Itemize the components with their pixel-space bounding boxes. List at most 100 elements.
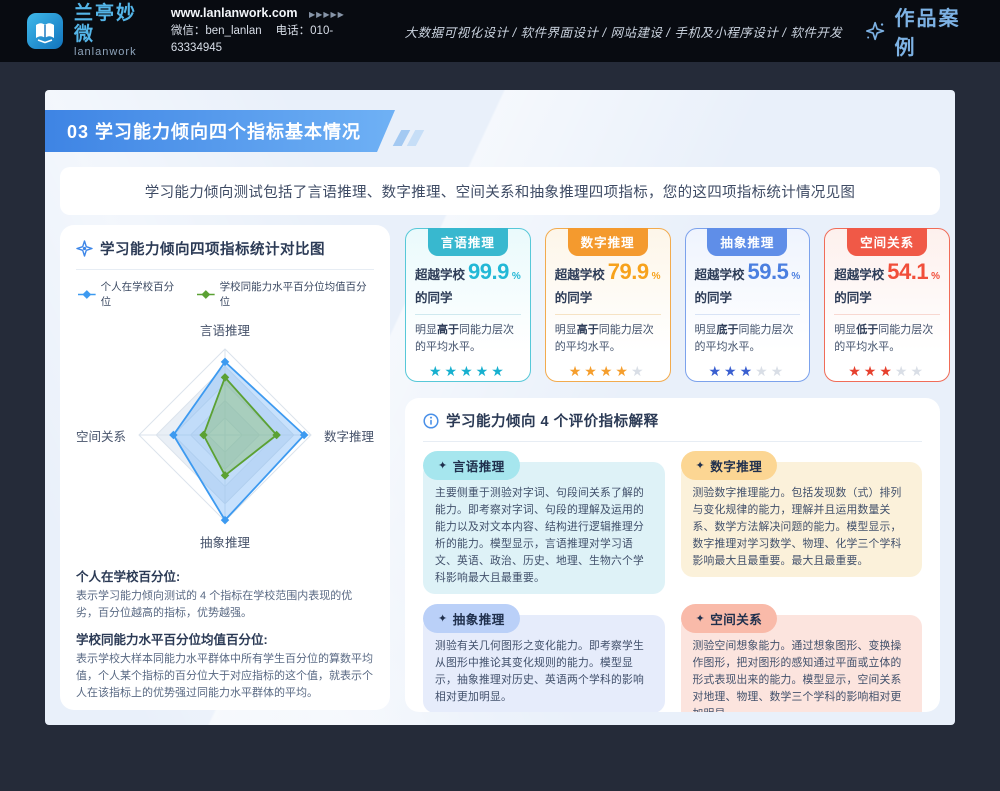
metric-card-verbal: 言语推理 超越学校 99.9 % 的同学 明显高于同能力层次的平均水平。 ★★★… — [405, 228, 531, 382]
legend-item-school: 学校同能力水平百分位均值百分位 — [197, 279, 374, 309]
brand-logo[interactable]: 兰亭妙微 lanlanwork — [26, 4, 149, 58]
explanation-grid: ✦言语推理 主要侧重于测验对字词、句段间关系了解的能力。即考察对字词、句段的理解… — [423, 451, 922, 712]
star-icon: ★ — [740, 363, 756, 379]
banner-decoration — [397, 130, 420, 146]
metric-badge: 言语推理 — [428, 228, 508, 256]
brand-name-cn: 兰亭妙微 — [74, 4, 149, 46]
note-heading: 学校同能力水平百分位均值百分位: — [76, 629, 374, 648]
radar-legend: 个人在学校百分位 学校同能力水平百分位均值百分位 — [78, 279, 374, 309]
radar-chart: 言语推理 数字推理 抽象推理 空间关系 — [76, 311, 374, 559]
contact-block: www.lanlanwork.com ▶▶▶▶▶ 微信：ben_lanlan电话… — [171, 4, 383, 57]
arrows-decoration: ▶▶▶▶▶ — [309, 10, 345, 19]
star-icon: ★ — [584, 363, 600, 379]
page-background: 03 学习能力倾向四个指标基本情况 学习能力倾向测试包括了言语推理、数字推理、空… — [0, 62, 1000, 791]
axis-label-top: 言语推理 — [200, 324, 251, 338]
spark-icon: ✦ — [438, 459, 448, 472]
metric-value-line: 超越学校 99.9 % — [415, 259, 521, 285]
metric-card-numeric: 数字推理 超越学校 79.9 % 的同学 明显高于同能力层次的平均水平。 ★★★… — [545, 228, 671, 382]
divider — [415, 314, 521, 315]
intro-bar: 学习能力倾向测试包括了言语推理、数字推理、空间关系和抽象推理四项指标，您的这四项… — [60, 167, 940, 215]
explain-item-verbal: ✦言语推理 主要侧重于测验对字词、句段间关系了解的能力。即考察对字词、句段的理解… — [423, 451, 665, 594]
explanation-header: 学习能力倾向 4 个评价指标解释 — [423, 410, 922, 431]
radar-card-title: 学习能力倾向四项指标统计对比图 — [100, 238, 325, 259]
spark-icon: ✦ — [696, 612, 706, 625]
metric-card-spatial: 空间关系 超越学校 54.1 % 的同学 明显低于同能力层次的平均水平。 ★★★… — [824, 228, 950, 382]
star-icon: ★ — [569, 363, 585, 379]
metric-description: 明显高于同能力层次的平均水平。 — [555, 322, 661, 356]
divider — [423, 441, 922, 442]
legend-label: 个人在学校百分位 — [101, 279, 183, 309]
portfolio-button[interactable]: 作品案例 — [864, 2, 976, 60]
report-panel: 03 学习能力倾向四个指标基本情况 学习能力倾向测试包括了言语推理、数字推理、空… — [45, 90, 955, 725]
star-icon: ★ — [460, 363, 476, 379]
metric-value: 99.9 — [468, 259, 509, 285]
metric-description: 明显高于同能力层次的平均水平。 — [415, 322, 521, 356]
metric-suffix: 的同学 — [555, 287, 661, 306]
divider — [695, 314, 801, 315]
explain-tag: ✦空间关系 — [681, 604, 778, 633]
metric-badge: 空间关系 — [847, 228, 927, 256]
legend-marker-blue — [78, 290, 96, 299]
star-icon: ★ — [864, 363, 880, 379]
metric-prefix: 超越学校 — [695, 264, 745, 283]
explain-tag: ✦抽象推理 — [423, 604, 520, 633]
star-icon: ★ — [600, 363, 616, 379]
legend-marker-green — [197, 290, 215, 299]
metric-prefix: 超越学校 — [415, 264, 465, 283]
section-banner: 03 学习能力倾向四个指标基本情况 — [45, 110, 395, 152]
star-icon: ★ — [429, 363, 445, 379]
brand-name-en: lanlanwork — [74, 46, 149, 58]
note-body: 表示学习能力倾向测试的 4 个指标在学校范围内表现的优劣，百分位越高的指标，优势… — [76, 588, 374, 622]
spark-icon: ✦ — [696, 459, 706, 472]
services-list: 大数据可视化设计 / 软件界面设计 / 网站建设 / 手机及小程序设计 / 软件… — [405, 22, 843, 41]
top-navbar: 兰亭妙微 lanlanwork www.lanlanwork.com ▶▶▶▶▶… — [0, 0, 1000, 62]
metric-prefix: 超越学校 — [834, 264, 884, 283]
legend-item-personal: 个人在学校百分位 — [78, 279, 183, 309]
note-body: 表示学校大样本同能力水平群体中所有学生百分位的算数平均值，个人某个指标的百分位大… — [76, 651, 374, 702]
metric-description: 明显低于同能力层次的平均水平。 — [834, 322, 940, 356]
metric-description: 明显底于同能力层次的平均水平。 — [695, 322, 801, 356]
explain-body: 主要侧重于测验对字词、句段间关系了解的能力。即考察对字词、句段的理解及运用的能力… — [423, 462, 665, 594]
explain-item-abstract: ✦抽象推理 测验有关几何图形之变化能力。即考察学生从图形中推论其变化规则的能力。… — [423, 604, 665, 712]
metric-prefix: 超越学校 — [555, 264, 605, 283]
star-icon: ★ — [771, 363, 787, 379]
explain-tag: ✦言语推理 — [423, 451, 520, 480]
star-icon: ★ — [491, 363, 507, 379]
star-icon: ★ — [631, 363, 647, 379]
explanation-panel: 学习能力倾向 4 个评价指标解释 ✦言语推理 主要侧重于测验对字词、句段间关系了… — [405, 398, 940, 712]
metric-suffix: 的同学 — [834, 287, 940, 306]
star-rating: ★★★★★ — [555, 363, 661, 380]
star-rating: ★★★★★ — [695, 363, 801, 380]
star-icon: ★ — [476, 363, 492, 379]
metric-unit: % — [791, 271, 800, 282]
explain-item-numeric: ✦数字推理 测验数字推理能力。包括发现数（式）排列与变化规律的能力，理解并且运用… — [681, 451, 923, 594]
website-link[interactable]: www.lanlanwork.com — [171, 6, 298, 20]
logo-book-icon — [26, 12, 64, 50]
metric-value-line: 超越学校 59.5 % — [695, 259, 801, 285]
metric-unit: % — [652, 271, 661, 282]
metric-unit: % — [512, 271, 521, 282]
sparkle-star-icon — [864, 19, 886, 43]
metric-suffix: 的同学 — [695, 287, 801, 306]
wechat-label: 微信：ben_lanlan — [171, 25, 262, 37]
divider — [834, 314, 940, 315]
star-icon: ★ — [708, 363, 724, 379]
radar-notes: 个人在学校百分位: 表示学习能力倾向测试的 4 个指标在学校范围内表现的优劣，百… — [76, 566, 374, 702]
radar-chart-svg: 言语推理 数字推理 抽象推理 空间关系 — [76, 311, 374, 559]
radar-card-header: 学习能力倾向四项指标统计对比图 — [76, 238, 374, 259]
explain-item-spatial: ✦空间关系 测验空间想象能力。通过想象图形、变换操作图形，把对图形的感知通过平面… — [681, 604, 923, 712]
explanation-title: 学习能力倾向 4 个评价指标解释 — [446, 410, 659, 431]
portfolio-label: 作品案例 — [895, 2, 976, 60]
radar-chart-icon — [76, 240, 93, 257]
axis-label-left: 空间关系 — [76, 430, 126, 444]
section-title: 03 学习能力倾向四个指标基本情况 — [67, 118, 361, 144]
axis-label-bottom: 抽象推理 — [200, 536, 251, 550]
metric-value: 59.5 — [748, 259, 789, 285]
star-rating: ★★★★★ — [415, 363, 521, 380]
banner-slash — [407, 130, 425, 146]
spark-icon: ✦ — [438, 612, 448, 625]
star-icon: ★ — [615, 363, 631, 379]
metric-badge: 抽象推理 — [707, 228, 787, 256]
metric-value-line: 超越学校 79.9 % — [555, 259, 661, 285]
star-icon: ★ — [895, 363, 911, 379]
